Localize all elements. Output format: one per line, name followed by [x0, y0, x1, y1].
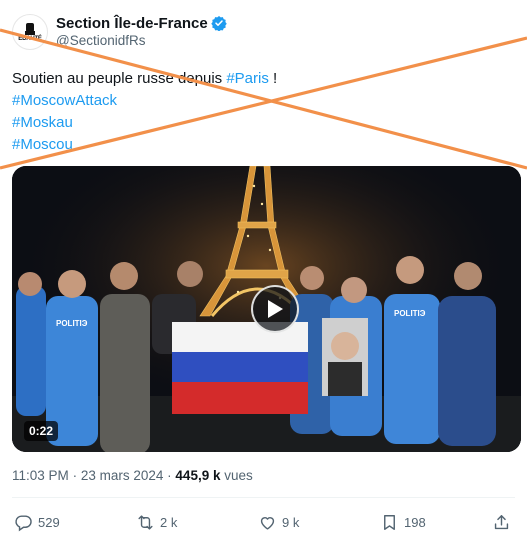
like-button[interactable]: 9 k	[258, 513, 380, 532]
video-player[interactable]: POLITIЭ POLITIЭ 0:22	[12, 166, 521, 452]
avatar-logo: ÉDAUTÉ	[17, 18, 43, 46]
tweet-body-end: !	[268, 70, 278, 87]
handle[interactable]: @SectionidfRs	[56, 33, 227, 48]
share-button[interactable]	[492, 513, 516, 532]
play-button[interactable]	[251, 285, 299, 333]
account-names: Section Île-de-France @SectionidfRs	[56, 14, 227, 48]
bookmark-count: 198	[404, 514, 426, 530]
avatar[interactable]: ÉDAUTÉ	[12, 14, 48, 50]
meta-separator: ·	[167, 468, 172, 483]
action-bar: 529 2 k 9 k 198	[14, 511, 517, 533]
bookmark-icon	[384, 514, 395, 530]
heart-icon	[260, 516, 275, 530]
repost-button[interactable]: 2 k	[136, 513, 258, 532]
reply-icon	[15, 514, 32, 531]
tweet-header: ÉDAUTÉ Section Île-de-France @Sectionidf…	[12, 14, 227, 50]
tweet-date[interactable]: 23 mars 2024	[81, 468, 164, 483]
tweet-body: Soutien au peuple russe depuis	[12, 70, 227, 87]
bookmark-button[interactable]: 198	[380, 513, 492, 532]
views-label: vues	[224, 468, 253, 483]
tweet-time[interactable]: 11:03 PM	[12, 468, 69, 483]
hashtag-moskau[interactable]: #Moskau	[12, 112, 512, 134]
tweet-meta: 11:03 PM · 23 mars 2024 · 445,9 k vues	[12, 468, 253, 483]
display-name-row: Section Île-de-France	[56, 14, 227, 32]
hashtag-moscou[interactable]: #Moscou	[12, 134, 512, 156]
share-icon	[494, 514, 509, 529]
hashtag-paris[interactable]: #Paris	[226, 70, 269, 87]
video-duration: 0:22	[24, 421, 59, 441]
verified-badge-icon	[210, 16, 227, 31]
tweet-text: Soutien au peuple russe depuis #Paris ! …	[12, 68, 512, 156]
views-count: 445,9 k	[175, 468, 221, 483]
tweet-line-1: Soutien au peuple russe depuis #Paris !	[12, 68, 512, 90]
hashtag-moscowattack[interactable]: #MoscowAttack	[12, 90, 512, 112]
russian-flag	[172, 322, 308, 414]
repost-count: 2 k	[160, 514, 178, 530]
repost-icon	[138, 514, 153, 530]
fist-icon	[25, 22, 35, 35]
reply-button[interactable]: 529	[14, 513, 136, 532]
meta-separator: ·	[72, 468, 78, 483]
divider	[12, 497, 515, 498]
display-name[interactable]: Section Île-de-France	[56, 15, 208, 32]
like-count: 9 k	[282, 514, 300, 530]
shirt-text: POLITIЭ	[56, 319, 88, 328]
shirt-text: POLITIЭ	[394, 309, 426, 318]
avatar-text: ÉDAUTÉ	[18, 35, 42, 42]
play-icon	[268, 300, 283, 318]
reply-count: 529	[38, 514, 60, 530]
